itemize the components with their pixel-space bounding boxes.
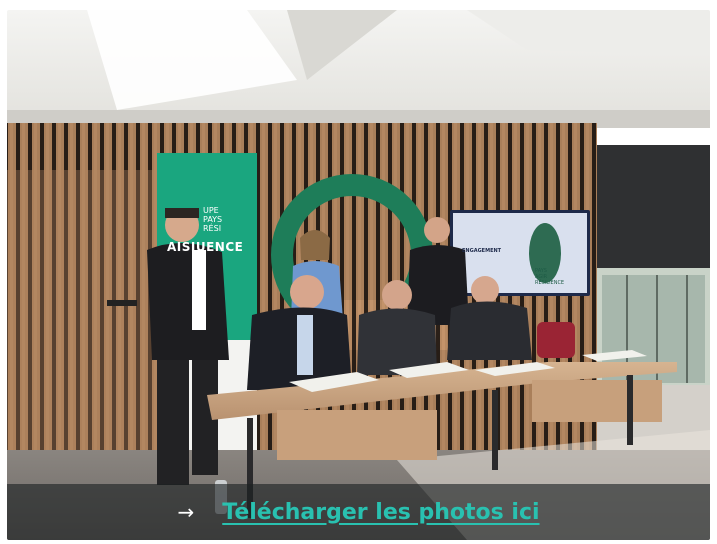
- image-frame: UPE PAYS RÉSI AISIUENCE ENGAGEMENT PAYS …: [0, 0, 717, 544]
- screen-logo: ENGAGEMENT: [462, 248, 502, 254]
- download-bar: → Télécharger les photos ici: [7, 484, 710, 540]
- banner-line-3: RÉSI: [203, 224, 222, 233]
- banner-line-2: PAYS: [203, 215, 223, 224]
- banner-brand: AISIUENCE: [167, 240, 244, 254]
- arrow-right-icon: →: [177, 500, 195, 524]
- banner-line-1: UPE: [203, 206, 219, 215]
- screen-title: PAYS AGIR RÉSILIENCE: [535, 268, 587, 286]
- download-photos-link[interactable]: Télécharger les photos ici: [222, 500, 539, 525]
- banner-text: UPE PAYS RÉSI: [203, 206, 253, 233]
- screen-title-line-3: RÉSILIENCE: [535, 280, 565, 286]
- event-photo: UPE PAYS RÉSI AISIUENCE ENGAGEMENT PAYS …: [7, 10, 710, 540]
